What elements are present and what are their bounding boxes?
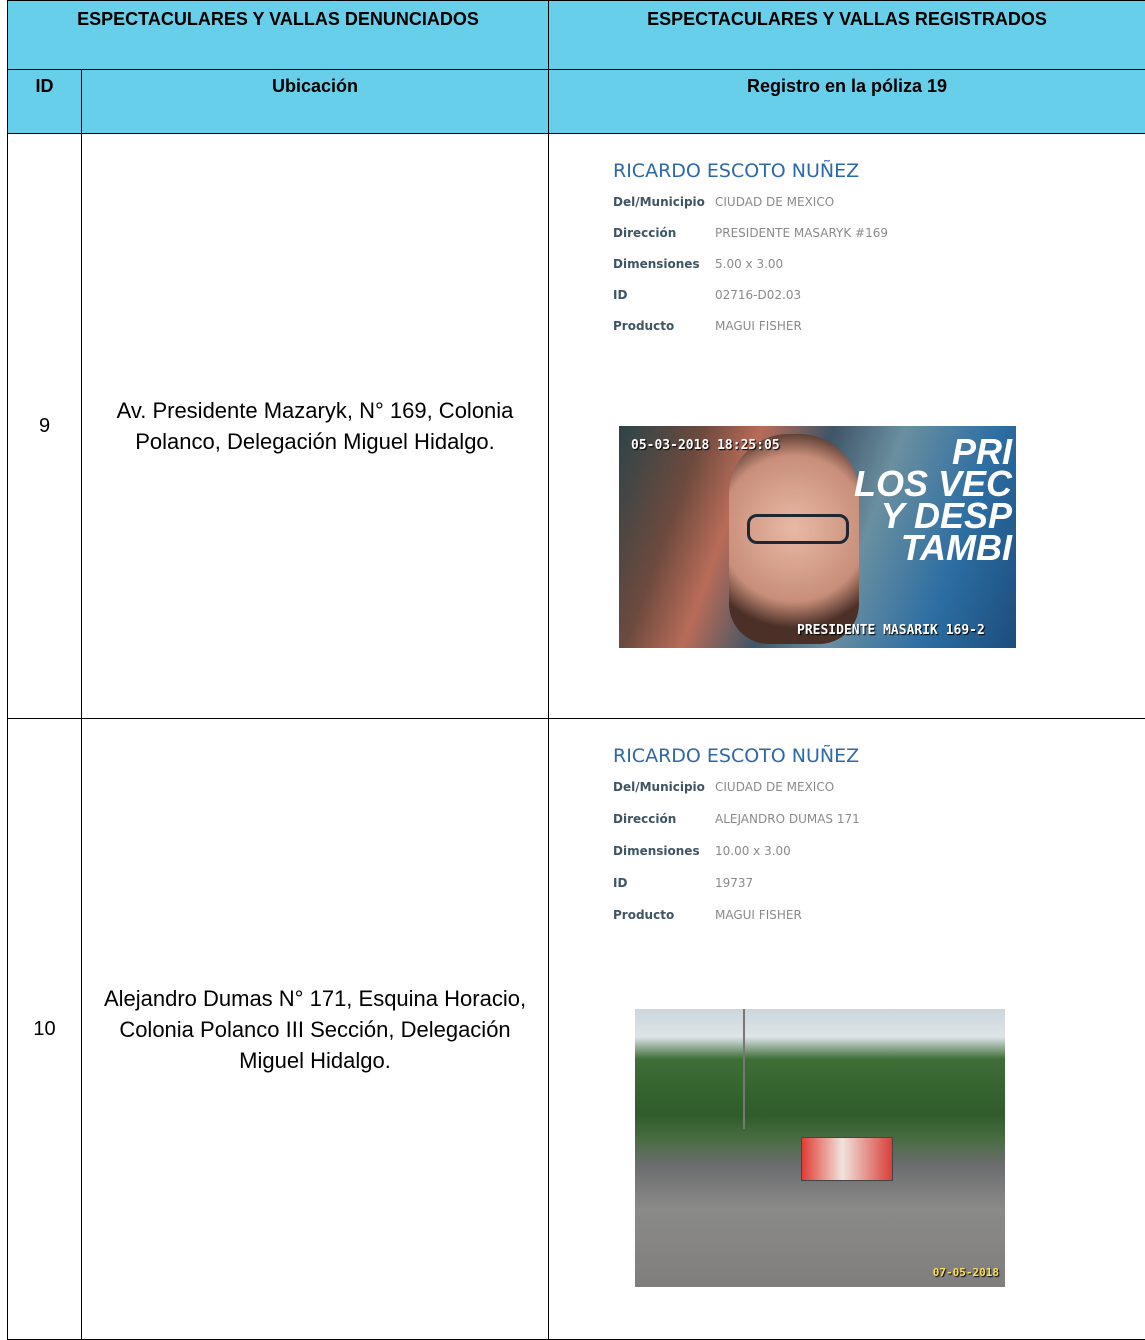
record-label: Dimensiones (613, 844, 715, 858)
record-card: RICARDO ESCOTO NUÑEZ Del/MunicipioCIUDAD… (613, 160, 888, 350)
table-row: 10 Alejandro Dumas N° 171, Esquina Horac… (8, 719, 1145, 1340)
street-pole (743, 1009, 745, 1129)
record-label: Dirección (613, 226, 715, 240)
row-id: 10 (8, 719, 82, 1340)
record-line: DirecciónPRESIDENTE MASARYK #169 (613, 226, 888, 257)
record-name: RICARDO ESCOTO NUÑEZ (613, 160, 888, 182)
record-label: Producto (613, 908, 715, 922)
record-label: Dirección (613, 812, 715, 826)
slogan-line: TAMBI (854, 532, 1012, 564)
billboard-slogan: PRI LOS VEC Y DESP TAMBI (854, 436, 1012, 564)
record-line: DirecciónALEJANDRO DUMAS 171 (613, 812, 860, 844)
record-value: 10.00 x 3.00 (715, 844, 791, 858)
record-card: RICARDO ESCOTO NUÑEZ Del/MunicipioCIUDAD… (613, 745, 860, 940)
registration-cell: RICARDO ESCOTO NUÑEZ Del/MunicipioCIUDAD… (549, 134, 1145, 719)
record-name: RICARDO ESCOTO NUÑEZ (613, 745, 860, 767)
photo-timestamp: 05-03-2018 18:25:05 (631, 438, 780, 453)
record-value: PRESIDENTE MASARYK #169 (715, 226, 888, 240)
record-value: MAGUI FISHER (715, 319, 802, 333)
registration-cell: RICARDO ESCOTO NUÑEZ Del/MunicipioCIUDAD… (549, 719, 1145, 1340)
glasses-shape (747, 514, 849, 544)
photo-date: 07-05-2018 (933, 1266, 999, 1279)
record-line: Dimensiones5.00 x 3.00 (613, 257, 888, 288)
table-row: 9 Av. Presidente Mazaryk, N° 169, Coloni… (8, 134, 1145, 719)
street-photo: 07-05-2018 (635, 1009, 1005, 1287)
record-line: ID02716-D02.03 (613, 288, 888, 319)
record-value: CIUDAD DE MEXICO (715, 780, 834, 794)
record-line: ProductoMAGUI FISHER (613, 908, 860, 940)
row-location: Av. Presidente Mazaryk, N° 169, Colonia … (82, 134, 549, 719)
record-value: 19737 (715, 876, 753, 890)
record-line: Del/MunicipioCIUDAD DE MEXICO (613, 195, 888, 226)
column-header-registro: Registro en la póliza 19 (549, 70, 1145, 134)
header-registrados: ESPECTACULARES Y VALLAS REGISTRADOS (549, 1, 1145, 70)
record-label: ID (613, 876, 715, 890)
record-value: MAGUI FISHER (715, 908, 802, 922)
record-label: Dimensiones (613, 257, 715, 271)
record-label: Del/Municipio (613, 780, 715, 794)
row-id: 9 (8, 134, 82, 719)
record-line: ProductoMAGUI FISHER (613, 319, 888, 350)
row-location: Alejandro Dumas N° 171, Esquina Horacio,… (82, 719, 549, 1340)
record-line: Dimensiones10.00 x 3.00 (613, 844, 860, 876)
record-value: 5.00 x 3.00 (715, 257, 783, 271)
record-line: ID19737 (613, 876, 860, 908)
evidence-table: ESPECTACULARES Y VALLAS DENUNCIADOS ESPE… (7, 0, 1145, 1340)
record-label: Producto (613, 319, 715, 333)
record-line: Del/MunicipioCIUDAD DE MEXICO (613, 780, 860, 812)
record-value: 02716-D02.03 (715, 288, 801, 302)
billboard-shape (801, 1137, 893, 1181)
record-value: ALEJANDRO DUMAS 171 (715, 812, 860, 826)
record-value: CIUDAD DE MEXICO (715, 195, 834, 209)
column-header-ubicacion: Ubicación (82, 70, 549, 134)
billboard-photo: PRI LOS VEC Y DESP TAMBI 05-03-2018 18:2… (619, 426, 1016, 648)
header-denunciados: ESPECTACULARES Y VALLAS DENUNCIADOS (8, 1, 549, 70)
column-header-id: ID (8, 70, 82, 134)
photo-caption: PRESIDENTE MASARIK 169-2 (797, 623, 985, 638)
record-label: Del/Municipio (613, 195, 715, 209)
record-label: ID (613, 288, 715, 302)
